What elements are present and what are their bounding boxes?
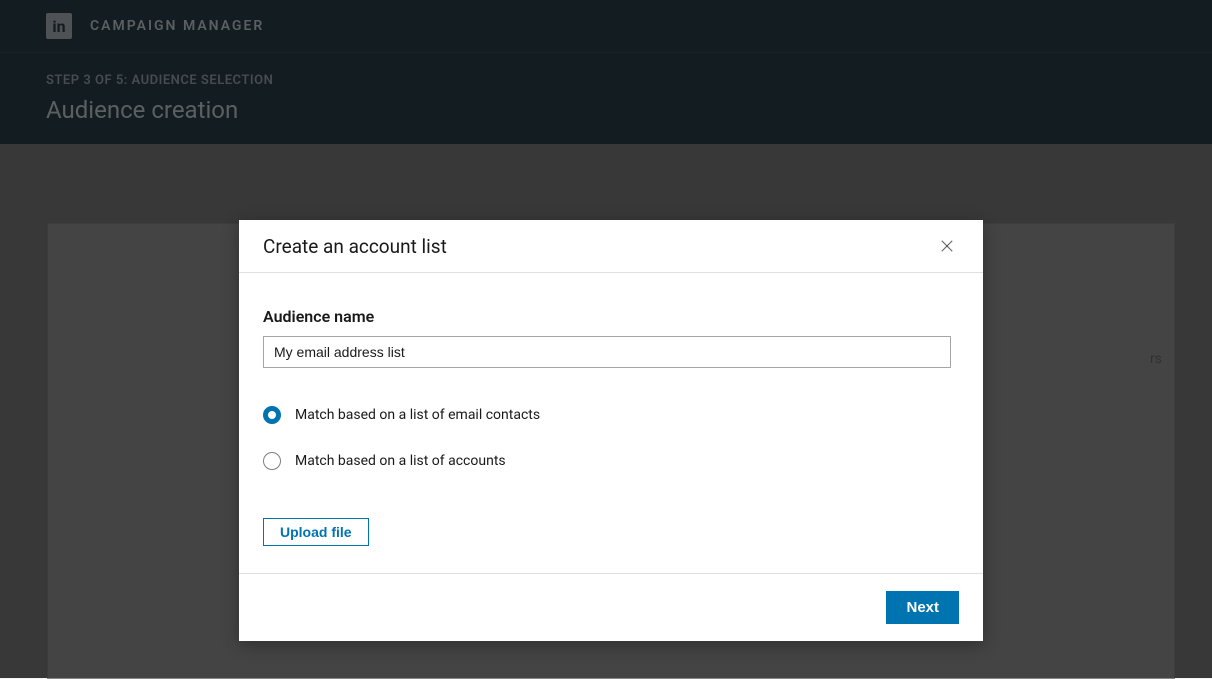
modal-title: Create an account list [263, 235, 447, 258]
audience-name-label: Audience name [263, 307, 959, 326]
audience-name-input[interactable] [263, 336, 951, 368]
next-button[interactable]: Next [886, 591, 959, 624]
upload-file-button[interactable]: Upload file [263, 518, 369, 546]
radio-selected-icon [263, 406, 281, 424]
close-icon [938, 237, 956, 255]
create-account-list-modal: Create an account list Audience name Mat… [239, 220, 983, 641]
radio-label-email: Match based on a list of email contacts [295, 407, 540, 423]
radio-option-email[interactable]: Match based on a list of email contacts [263, 406, 959, 424]
radio-option-accounts[interactable]: Match based on a list of accounts [263, 452, 959, 470]
radio-unselected-icon [263, 452, 281, 470]
close-button[interactable] [935, 234, 959, 258]
radio-label-accounts: Match based on a list of accounts [295, 453, 506, 469]
modal-body: Audience name Match based on a list of e… [239, 273, 983, 573]
match-type-radio-group: Match based on a list of email contacts … [263, 406, 959, 470]
modal-header: Create an account list [239, 220, 983, 273]
modal-footer: Next [239, 573, 983, 641]
